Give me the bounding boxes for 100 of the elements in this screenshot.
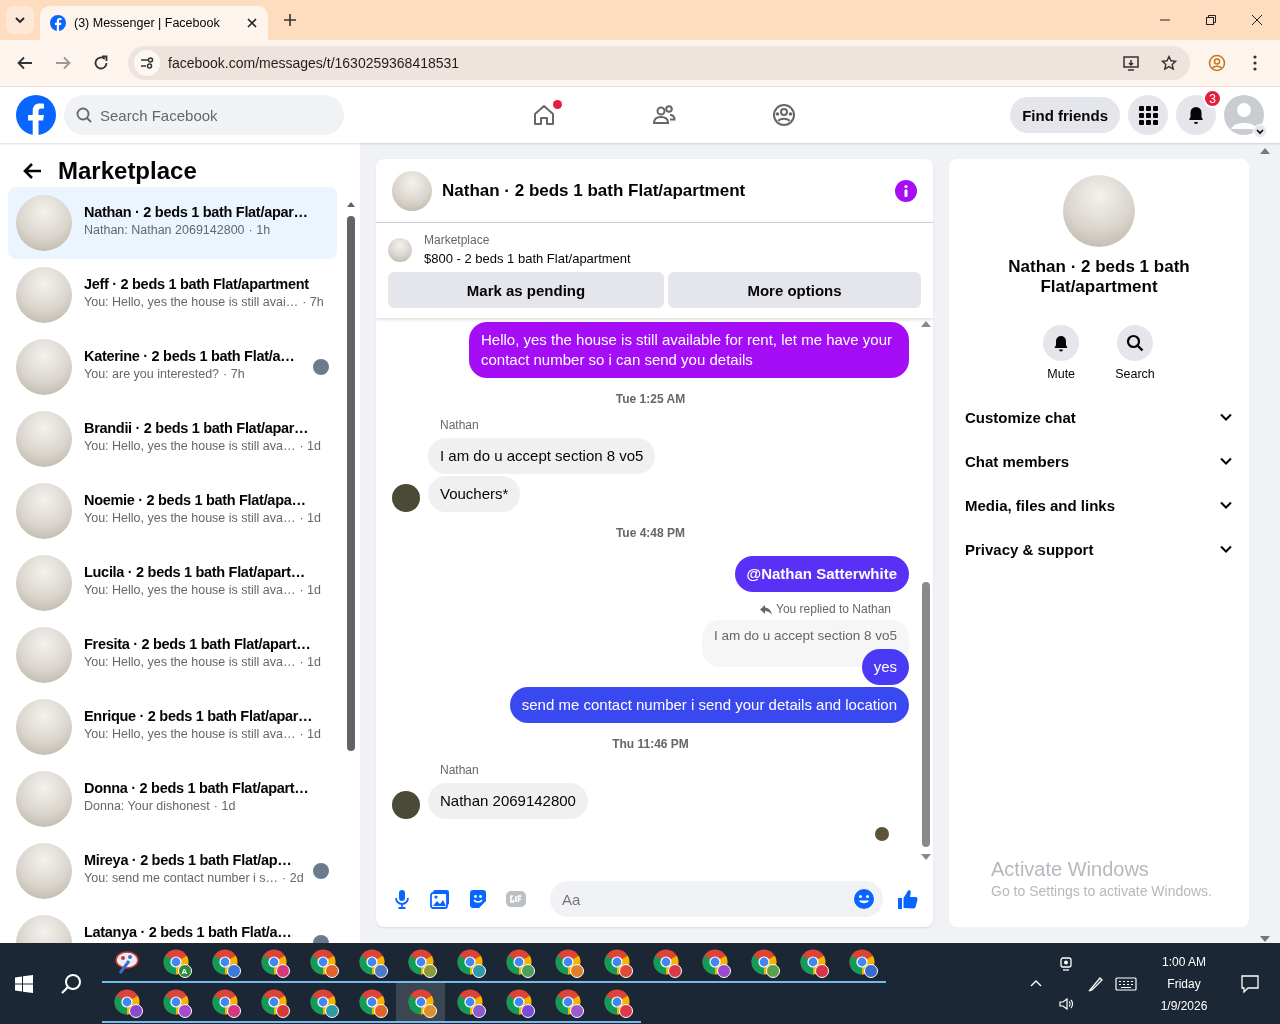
conversation-title: Lucila · 2 beds 1 bath Flat/apart… [84,564,307,580]
site-info-button[interactable] [134,50,160,76]
sent-message: send me contact number i send your details and location [509,687,909,723]
conversation-item[interactable]: Katerine · 2 beds 1 bath Flat/a… You: are you interested? · 7h [8,331,337,403]
message-field[interactable]: Aa [550,881,883,917]
info-button[interactable] [895,179,917,202]
more-options-button[interactable]: More options [668,272,921,308]
person-icon [1208,54,1226,72]
mark-pending-button[interactable]: Mark as pending [388,272,664,308]
gif-icon [505,888,527,910]
webcam-icon [1058,955,1074,972]
message-time: · 7h [223,367,245,381]
tab-title: (3) Messenger | Facebook [74,16,221,30]
browser-tab[interactable]: (3) Messenger | Facebook [40,6,268,40]
conversation-item[interactable]: Brandii · 2 beds 1 bath Flat/apar… You: Hello, yes the house is still ava… · 1d [8,403,337,475]
listing-photo [16,771,72,827]
reply-arrow-icon [760,603,772,615]
back-arrow-icon [16,54,34,72]
listing-photo [16,483,72,539]
monitor-download-icon [1123,55,1139,71]
listing-photo [16,411,72,467]
home-icon [532,103,556,127]
listing-label: Marketplace [424,233,491,247]
message-preview: You: Hello, yes the house is still ava… [84,655,296,669]
listing-photo [16,267,72,323]
search-icon [61,972,83,995]
restore-icon [1206,15,1216,25]
received-message: Vouchers* [428,476,521,512]
conversation-item[interactable]: Enrique · 2 beds 1 bath Flat/apar… You: Hello, yes the house is still ava… · 1d [8,691,337,763]
message-preview: Nathan: Nathan 2069142800 [84,223,245,237]
search-field[interactable]: Search Facebook [64,95,344,135]
conversation-item[interactable]: Lucila · 2 beds 1 bath Flat/apart… You: Hello, yes the house is still ava… · 1d [8,547,337,619]
scroll-up-icon [920,320,932,328]
sender-name: Nathan [440,763,480,777]
message-time: · 1h [248,223,271,237]
browser-icon [162,949,189,975]
notification-count: 3 [1203,89,1222,108]
taskbar-app-button[interactable]: A [151,943,200,983]
conversation-title: Brandii · 2 beds 1 bath Flat/apar… [84,420,310,436]
people-icon [652,103,676,127]
bell-icon [1186,105,1206,125]
sent-message: Hello, yes the house is still available for rent, let me have your contact number so i can send you details [469,322,909,378]
section-toggle[interactable]: Customize chat [957,395,1241,439]
tab-list-button[interactable] [6,6,34,34]
message-preview: Donna: Your dishonest [84,799,210,813]
close-icon [1252,15,1262,25]
message-preview: You: Hello, yes the house is still avai… [84,295,299,309]
section-toggle[interactable]: Chat members [957,439,1241,483]
activation-title: Activate Windows [991,858,1150,881]
thumbs-up-icon [896,888,918,910]
conversation-item[interactable]: Nathan · 2 beds 1 bath Flat/apar… Nathan: Nathan 2069142800 · 1h [8,187,337,259]
plus-icon [283,13,297,27]
menu-button[interactable] [1128,95,1168,135]
section-toggle[interactable]: Media, files and links [957,483,1241,527]
mention-bubble: @Nathan Satterwhite [734,556,909,592]
conversation-item[interactable]: Noemie · 2 beds 1 bath Flat/apa… You: Hello, yes the house is still ava… · 1d [8,475,337,547]
smiley-icon [853,888,875,910]
find-friends-button[interactable]: Find friends [1010,97,1120,133]
listing-photo [392,170,432,211]
conversation-item[interactable]: Donna · 2 beds 1 bath Flat/apart… Donna: Your dishonest · 1d [8,763,337,835]
listing-photo [16,627,72,683]
message-preview: You: Hello, yes the house is still ava… [84,583,296,597]
message-time: · 1d [299,727,321,741]
message-time: · 1d [299,655,321,669]
conversation-title: Mireya · 2 beds 1 bath Flat/ap… [84,852,293,868]
conversation-item[interactable]: Fresita · 2 beds 1 bath Flat/apart… You: Hello, yes the house is still ava… · 1d [8,619,337,691]
received-message: Nathan 2069142800 [428,783,588,819]
listing-photo [16,843,72,899]
conversation-title: Jeff · 2 beds 1 bath Flat/apartment [84,276,310,292]
reply-label: You replied to Nathan [776,602,891,616]
info-icon [895,179,917,202]
close-tab-button[interactable] [246,17,258,29]
page-title: Marketplace [58,157,197,185]
clock[interactable]: 1:00 AM Friday 1/9/2026 [1144,954,1224,1013]
listing-photo [16,555,72,611]
star-icon [1161,55,1177,71]
reload-icon [92,54,110,72]
clock-time: 1:00 AM [1162,954,1206,969]
facebook-logo-icon[interactable] [16,95,56,135]
conversation-item[interactable]: Mireya · 2 beds 1 bath Flat/ap… You: send me contact number i s… · 2d [8,835,337,907]
conversation-title: Nathan · 2 beds 1 bath Flat/apar… [84,204,309,220]
message-time: · 1d [299,583,321,597]
conversation-title: Latanya · 2 beds 1 bath Flat/a… [84,924,293,940]
received-message: I am do u accept section 8 vo5 [428,438,656,474]
listing-photo [16,195,72,251]
more-vertical-icon [1253,54,1257,72]
scroll-up-icon [1258,147,1271,155]
section-toggle[interactable]: Privacy & support [957,527,1241,571]
conversation-title: Nathan · 2 beds 1 bath Flat/apartment [1007,257,1191,297]
message-preview: You: are you interested? [84,367,220,381]
grid-icon [1138,105,1158,125]
address-bar[interactable]: facebook.com/messages/t/1630259368418531 [128,46,1190,80]
keyboard-icon [1115,974,1137,993]
sender-avatar [392,484,420,512]
close-icon [246,17,258,29]
message-preview: You: send me contact number i s… [84,871,279,885]
message-time: · 1d [299,439,321,453]
conversation-item[interactable]: Jeff · 2 beds 1 bath Flat/apartment You: Hello, yes the house is still avai… · 7h [8,259,337,331]
message-time: · 7h [302,295,324,309]
taskbar-app-button[interactable] [396,983,445,1023]
